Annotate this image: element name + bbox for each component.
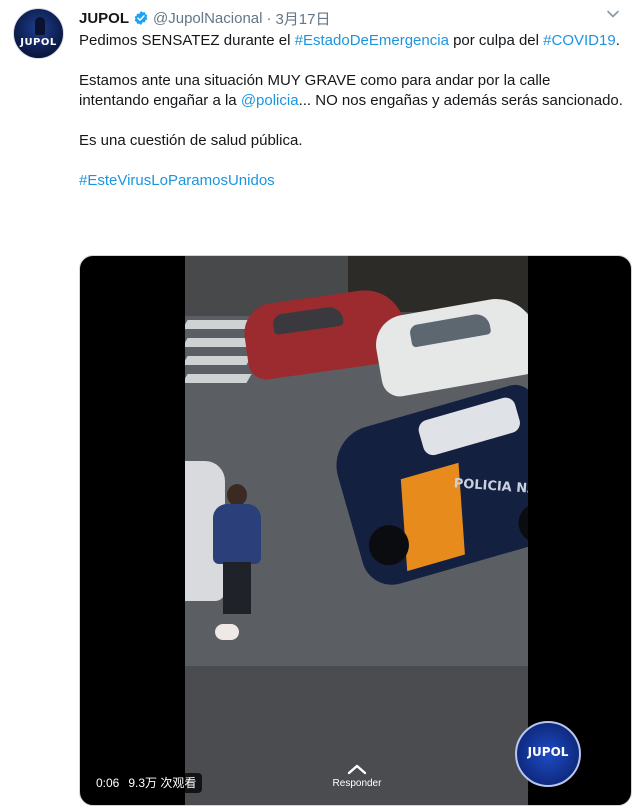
- watermark-text: JUPOL: [527, 745, 569, 759]
- tweet-date[interactable]: 3月17日: [275, 8, 330, 29]
- chevron-up-icon: [347, 764, 367, 775]
- scene-person: [207, 484, 265, 614]
- tweet-paragraph-1: Pedimos SENSATEZ durante el #EstadoDeEme…: [79, 32, 620, 49]
- tweet-card[interactable]: JUPOL JUPOL @JupolNacional · 3月17日 Pedim…: [0, 0, 641, 812]
- verified-badge-icon: [133, 10, 149, 26]
- scene-police-car: POLICIA NACIONAL: [327, 380, 528, 592]
- author-name[interactable]: JUPOL: [79, 10, 129, 27]
- video-status-pill: 0:06 9.3万 次观看: [90, 773, 203, 793]
- author-handle[interactable]: @JupolNacional: [153, 10, 262, 27]
- tweet-paragraph-3: Es una cuestión de salud pública.: [79, 132, 303, 149]
- hashtag-este-virus-lo-paramos-unidos[interactable]: #EsteVirusLoParamosUnidos: [79, 172, 275, 189]
- tweet-paragraph-2: Estamos ante una situación MUY GRAVE com…: [79, 72, 623, 109]
- tweet-header: JUPOL @JupolNacional · 3月17日: [79, 8, 331, 28]
- avatar-figure: [35, 17, 45, 35]
- avatar[interactable]: JUPOL: [13, 8, 64, 59]
- chevron-down-icon[interactable]: [605, 6, 621, 22]
- video-player[interactable]: POLICIA NACIONAL JUPOL Responder 0:06 9.…: [79, 255, 632, 806]
- hashtag-covid19[interactable]: #COVID19: [543, 32, 616, 49]
- reply-label: Responder: [332, 778, 382, 789]
- hashtag-estado-de-emergencia[interactable]: #EstadoDeEmergencia: [295, 32, 449, 49]
- mention-policia[interactable]: @policia: [241, 92, 299, 109]
- video-views: 9.3万 次观看: [128, 776, 197, 790]
- jupol-watermark-logo: JUPOL: [515, 721, 581, 787]
- tweet-text: Pedimos SENSATEZ durante el #EstadoDeEme…: [79, 31, 624, 191]
- reply-button[interactable]: Responder: [325, 763, 389, 789]
- scene-dog: [215, 624, 239, 640]
- video-time: 0:06: [96, 776, 120, 790]
- video-frame: POLICIA NACIONAL: [185, 256, 528, 805]
- avatar-logo-text: JUPOL: [20, 37, 57, 48]
- police-car-text: POLICIA NACIONAL: [453, 476, 528, 501]
- header-separator: ·: [266, 9, 272, 27]
